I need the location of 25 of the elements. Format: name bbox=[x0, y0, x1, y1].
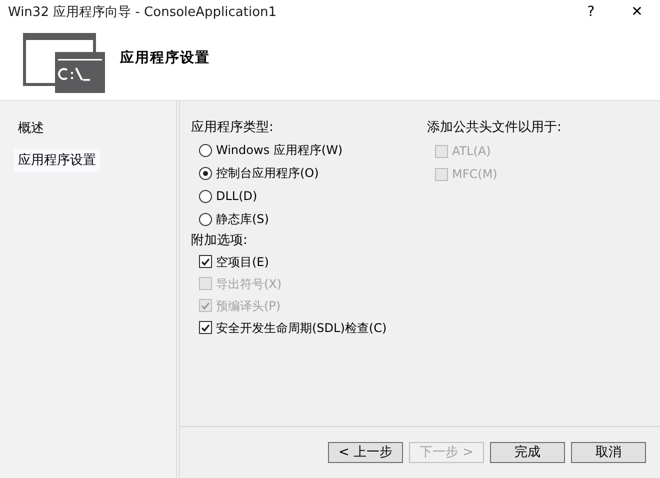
sidebar-item[interactable]: 应用程序设置 bbox=[14, 148, 100, 172]
group-label: 附加选项: bbox=[191, 232, 248, 250]
radio-label[interactable]: 静态库(S) bbox=[216, 210, 269, 228]
radio-button[interactable] bbox=[199, 190, 212, 202]
dialog-button[interactable]: < 上一步 bbox=[328, 442, 403, 463]
group-label: 应用程序类型: bbox=[191, 119, 274, 137]
checkbox-label[interactable]: 空项目(E) bbox=[216, 252, 269, 270]
dialog-button[interactable]: 取消 bbox=[571, 442, 646, 463]
help-button[interactable]: ? bbox=[568, 0, 614, 25]
dialog-button[interactable]: 完成 bbox=[490, 442, 565, 463]
console-window-icon bbox=[22, 32, 106, 94]
radio-label[interactable]: Windows 应用程序(W) bbox=[216, 141, 343, 159]
radio-label[interactable]: DLL(D) bbox=[216, 187, 258, 205]
radio-button[interactable] bbox=[199, 144, 212, 156]
group-label: 添加公共头文件以用于: bbox=[427, 119, 562, 137]
checkbox[interactable] bbox=[199, 321, 212, 334]
radio-button[interactable] bbox=[199, 212, 212, 226]
radio-button[interactable] bbox=[199, 166, 212, 180]
radio-label[interactable]: 控制台应用程序(O) bbox=[216, 164, 319, 182]
page-heading: 应用程序设置 bbox=[120, 48, 210, 68]
close-button[interactable]: ✕ bbox=[614, 0, 660, 25]
window-title: Win32 应用程序向导 - ConsoleApplication1 bbox=[8, 4, 277, 22]
checkbox-label[interactable]: 安全开发生命周期(SDL)检查(C) bbox=[216, 318, 387, 336]
sidebar-item[interactable]: 概述 bbox=[14, 117, 48, 140]
checkbox[interactable] bbox=[199, 255, 212, 268]
